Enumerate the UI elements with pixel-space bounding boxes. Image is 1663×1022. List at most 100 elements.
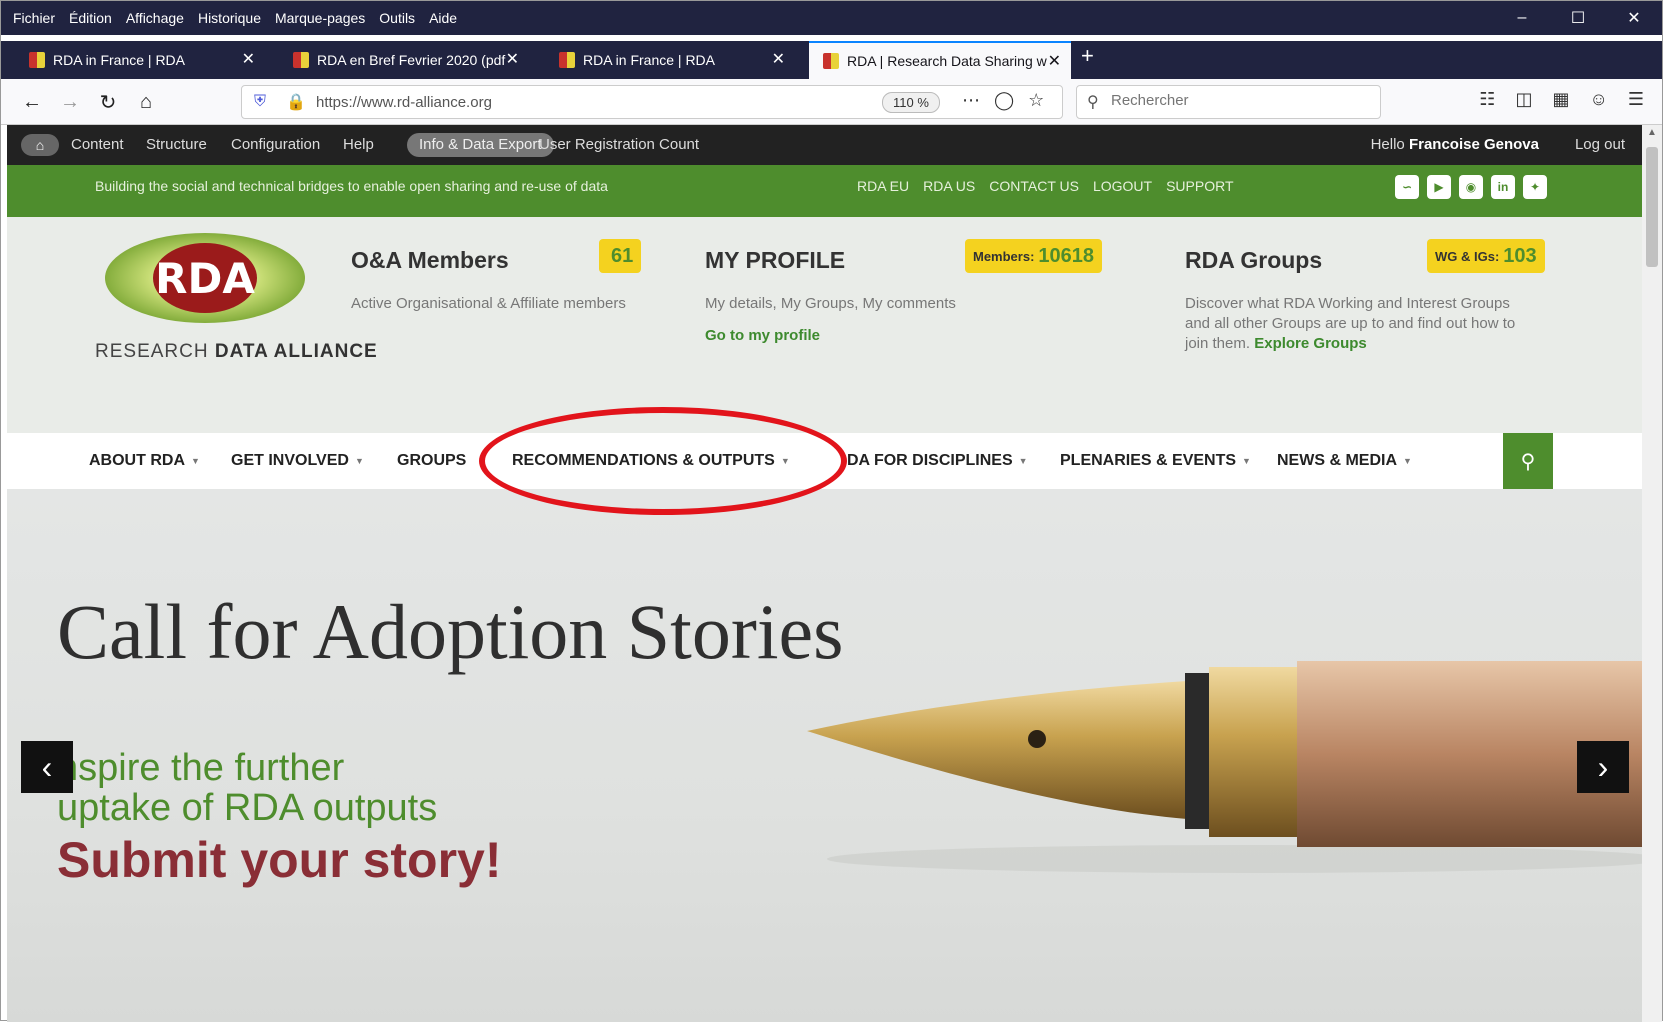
user-name[interactable]: Francoise Genova (1409, 136, 1539, 153)
link-rda-us[interactable]: RDA US (923, 178, 975, 194)
address-bar[interactable]: ⛨ 🔒 https://www.rd-alliance.org 110 % ⋯◯… (241, 85, 1063, 119)
tracking-shield-icon[interactable]: ⛨ (254, 93, 266, 111)
scrollbar-thumb[interactable] (1646, 147, 1658, 267)
admin-configuration[interactable]: Configuration (231, 136, 320, 153)
nav-label: GET INVOLVED (231, 452, 349, 469)
menu-historique[interactable]: Historique (198, 10, 261, 26)
maximize-icon[interactable]: ☐ (1550, 1, 1606, 35)
caret-down-icon: ▼ (354, 455, 364, 466)
admin-info-data-export[interactable]: Info & Data Export (407, 133, 554, 157)
close-tab-icon[interactable]: ✕ (506, 49, 519, 69)
tab-rda-in-france-1[interactable]: RDA in France | RDA ✕ (15, 41, 265, 79)
scroll-up-icon[interactable]: ▲ (1647, 127, 1657, 138)
bookmark-star-icon[interactable]: ☆ (1028, 90, 1058, 110)
rss-icon[interactable]: ∽ (1395, 175, 1419, 199)
menu-affichage[interactable]: Affichage (126, 10, 184, 26)
members-block: O&A Members Active Organisational & Affi… (351, 247, 641, 314)
rda-favicon-icon (823, 53, 839, 69)
site-header: RDA RESEARCH DATA ALLIANCE O&A Members A… (7, 217, 1643, 433)
browser-window: Fichier Édition Affichage Historique Mar… (0, 0, 1663, 1022)
tab-rda-research-data-sharing[interactable]: RDA | Research Data Sharing w ✕ (809, 41, 1071, 79)
site-search-button[interactable]: ⚲ (1503, 433, 1553, 489)
reader-view-icon[interactable]: ▦ (1552, 89, 1569, 110)
new-tab-icon[interactable]: + (1081, 43, 1094, 69)
site-top-strip: Building the social and technical bridge… (7, 165, 1643, 217)
slideshare-icon[interactable]: ◉ (1459, 175, 1483, 199)
annotation-red-ellipse (479, 407, 847, 515)
members-count: 61 (611, 244, 634, 267)
close-window-icon[interactable]: ✕ (1606, 1, 1662, 35)
top-links: RDA EU RDA US CONTACT US LOGOUT SUPPORT (857, 178, 1248, 194)
groups-desc: Discover what RDA Working and Interest G… (1185, 294, 1535, 354)
hello-label: Hello (1370, 136, 1405, 153)
nav-news-media[interactable]: NEWS & MEDIA ▼ (1277, 452, 1412, 470)
menu-edition[interactable]: Édition (69, 10, 112, 26)
members-count-badge: 61 (599, 239, 642, 273)
minimize-icon[interactable]: – (1494, 1, 1550, 35)
nav-label: NEWS & MEDIA (1277, 452, 1397, 469)
sidebar-icon[interactable]: ◫ (1515, 89, 1532, 110)
window-controls: – ☐ ✕ (1494, 1, 1662, 35)
hero-line-2: uptake of RDA outputs (57, 787, 438, 829)
link-contact-us[interactable]: CONTACT US (989, 178, 1079, 194)
nav-rda-for-disciplines[interactable]: DA FOR DISCIPLINES ▼ (847, 452, 1028, 470)
admin-structure[interactable]: Structure (146, 136, 207, 153)
reload-icon[interactable]: ↻ (93, 87, 123, 117)
link-logout[interactable]: LOGOUT (1093, 178, 1152, 194)
search-icon: ⚲ (1520, 450, 1536, 473)
menu-bar: Fichier Édition Affichage Historique Mar… (1, 1, 1662, 35)
slider-prev-icon[interactable]: ‹ (21, 741, 73, 793)
tab-rda-in-france-2[interactable]: RDA in France | RDA ✕ (545, 41, 795, 79)
admin-user-registration-count[interactable]: User Registration Count (539, 136, 699, 153)
menu-outils[interactable]: Outils (379, 10, 415, 26)
nav-about-rda[interactable]: ABOUT RDA ▼ (89, 452, 200, 470)
twitter-icon[interactable]: ✦ (1523, 175, 1547, 199)
url-text[interactable]: https://www.rd-alliance.org (316, 94, 492, 111)
page-scrollbar[interactable]: ▲ (1642, 125, 1662, 1022)
forward-icon[interactable]: → (55, 87, 85, 117)
hamburger-menu-icon[interactable]: ☰ (1628, 89, 1644, 110)
admin-logout[interactable]: Log out (1575, 136, 1625, 153)
tab-title: RDA in France | RDA (53, 52, 186, 68)
search-input[interactable] (1111, 92, 1361, 109)
members-title[interactable]: O&A Members (351, 247, 641, 274)
home-icon[interactable]: ⌂ (131, 87, 161, 117)
rda-logo[interactable]: RDA RESEARCH DATA ALLIANCE (95, 233, 377, 373)
pocket-icon[interactable]: ◯ (994, 90, 1028, 110)
youtube-icon[interactable]: ▶ (1427, 175, 1451, 199)
admin-home-icon[interactable]: ⌂ (21, 134, 59, 156)
profile-title[interactable]: MY PROFILE (705, 247, 995, 274)
admin-help[interactable]: Help (343, 136, 374, 153)
close-tab-icon[interactable]: ✕ (772, 49, 785, 69)
profile-desc: My details, My Groups, My comments (705, 295, 956, 312)
linkedin-icon[interactable]: in (1491, 175, 1515, 199)
explore-groups-link[interactable]: Explore Groups (1254, 335, 1367, 352)
nav-plenaries-events[interactable]: PLENARIES & EVENTS ▼ (1060, 452, 1251, 470)
search-icon: ⚲ (1087, 94, 1099, 111)
close-tab-icon[interactable]: ✕ (242, 49, 255, 69)
search-box[interactable]: ⚲ (1076, 85, 1381, 119)
nav-label: GROUPS (397, 452, 467, 469)
admin-content[interactable]: Content (71, 136, 124, 153)
hero-submit-link[interactable]: Submit your story! (57, 831, 501, 889)
caret-down-icon: ▼ (191, 455, 200, 466)
link-support[interactable]: SUPPORT (1166, 178, 1233, 194)
library-icon[interactable]: ☷ (1479, 89, 1495, 110)
zoom-indicator[interactable]: 110 % (882, 92, 940, 113)
close-tab-icon[interactable]: ✕ (1048, 51, 1061, 71)
go-to-profile-link[interactable]: Go to my profile (705, 327, 820, 344)
slider-next-icon[interactable]: › (1577, 741, 1629, 793)
hero-line-1: nspire the further (57, 747, 345, 789)
link-rda-eu[interactable]: RDA EU (857, 178, 909, 194)
nav-get-involved[interactable]: GET INVOLVED ▼ (231, 452, 364, 470)
lock-icon[interactable]: 🔒 (286, 92, 306, 112)
menu-aide[interactable]: Aide (429, 10, 457, 26)
profile-badge-label: Members: (973, 248, 1035, 264)
back-icon[interactable]: ← (17, 87, 47, 117)
nav-groups[interactable]: GROUPS (397, 452, 466, 470)
menu-marque-pages[interactable]: Marque-pages (275, 10, 365, 26)
tab-rda-en-bref[interactable]: RDA en Bref Fevrier 2020 (pdf ✕ (279, 41, 529, 79)
more-actions-icon[interactable]: ⋯ (962, 90, 994, 110)
menu-fichier[interactable]: Fichier (13, 10, 55, 26)
account-icon[interactable]: ☺ (1589, 89, 1607, 110)
